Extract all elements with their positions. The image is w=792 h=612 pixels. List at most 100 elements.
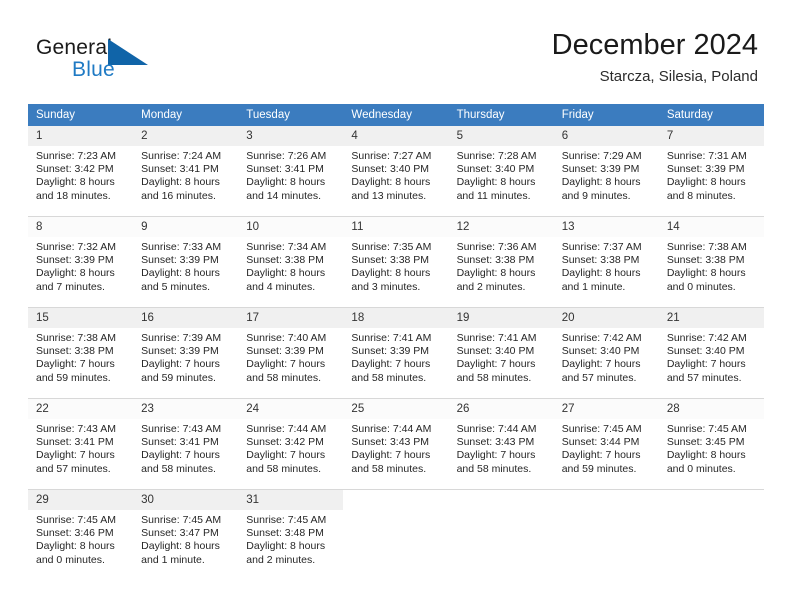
day-cell-inner[interactable]: 26 Sunrise: 7:44 AM Sunset: 3:43 PM Dayligh…: [448, 399, 554, 489]
day-cell-inner[interactable]: 17 Sunrise: 7:40 AM Sunset: 3:39 PM Dayligh…: [238, 308, 344, 398]
sunrise-text: Sunrise: 7:29 AM: [561, 150, 642, 162]
day-number: 19: [448, 308, 554, 328]
day-info: Sunrise: 7:38 AM Sunset: 3:38 PM Daylight:…: [659, 237, 764, 294]
daylight-text-line2: and 58 minutes.: [246, 462, 321, 475]
day-number: 24: [238, 399, 344, 419]
day-cell: 12 Sunrise: 7:36 AM Sunset: 3:38 PM Dayligh…: [448, 216, 554, 308]
sunset-text: Sunset: 3:43 PM: [351, 436, 430, 449]
sunrise-text: Sunrise: 7:41 AM: [456, 332, 537, 344]
day-cell-inner[interactable]: 7 Sunrise: 7:31 AM Sunset: 3:39 PM Daylight…: [658, 126, 764, 216]
daylight-text-line2: and 57 minutes.: [666, 371, 742, 384]
daylight-text-line2: and 7 minutes.: [36, 280, 105, 293]
day-cell-inner[interactable]: 4 Sunrise: 7:27 AM Sunset: 3:40 PM Daylight…: [343, 126, 449, 216]
day-cell-inner[interactable]: 21 Sunrise: 7:42 AM Sunset: 3:40 PM Dayligh…: [658, 308, 764, 398]
daylight-text-line1: Daylight: 7 hours: [561, 449, 641, 462]
sunset-text: Sunset: 3:42 PM: [246, 436, 324, 449]
daylight-text-line2: and 58 minutes.: [246, 371, 321, 384]
day-cell: 22 Sunrise: 7:43 AM Sunset: 3:41 PM Dayligh…: [28, 398, 134, 490]
sunset-text: Sunset: 3:41 PM: [246, 163, 324, 176]
day-info: Sunrise: 7:26 AM Sunset: 3:41 PM Daylight:…: [238, 146, 343, 203]
day-number: 28: [658, 399, 764, 419]
sunrise-text: Sunrise: 7:44 AM: [246, 423, 327, 435]
day-info: Sunrise: 7:32 AM Sunset: 3:39 PM Daylight:…: [28, 237, 133, 294]
sunrise-text: Sunrise: 7:28 AM: [456, 150, 537, 162]
brand-logo[interactable]: General Blue: [36, 36, 216, 94]
day-number: 9: [133, 217, 239, 237]
daylight-text-line2: and 59 minutes.: [36, 371, 111, 384]
day-cell-inner[interactable]: 9 Sunrise: 7:33 AM Sunset: 3:39 PM Daylight…: [133, 217, 239, 307]
day-cell-inner[interactable]: 30 Sunrise: 7:45 AM Sunset: 3:47 PM Dayligh…: [133, 490, 239, 580]
day-cell-inner[interactable]: 3 Sunrise: 7:26 AM Sunset: 3:41 PM Daylight…: [238, 126, 344, 216]
day-cell-inner[interactable]: 22 Sunrise: 7:43 AM Sunset: 3:41 PM Dayligh…: [28, 399, 134, 489]
day-cell-inner[interactable]: 19 Sunrise: 7:41 AM Sunset: 3:40 PM Dayligh…: [448, 308, 554, 398]
day-cell-inner[interactable]: 27 Sunrise: 7:45 AM Sunset: 3:44 PM Dayligh…: [553, 399, 659, 489]
day-cell-inner[interactable]: 10 Sunrise: 7:34 AM Sunset: 3:38 PM Dayligh…: [238, 217, 344, 307]
day-cell-inner[interactable]: 25 Sunrise: 7:44 AM Sunset: 3:43 PM Dayligh…: [343, 399, 449, 489]
day-cell-inner-empty: [554, 490, 659, 580]
day-info: Sunrise: 7:38 AM Sunset: 3:38 PM Daylight:…: [28, 328, 133, 385]
day-cell-inner[interactable]: 18 Sunrise: 7:41 AM Sunset: 3:39 PM Dayligh…: [343, 308, 449, 398]
day-cell-inner[interactable]: 24 Sunrise: 7:44 AM Sunset: 3:42 PM Dayligh…: [238, 399, 344, 489]
day-number: 3: [238, 126, 344, 146]
day-number: 31: [238, 490, 344, 510]
day-number: 10: [238, 217, 344, 237]
day-info: Sunrise: 7:36 AM Sunset: 3:38 PM Daylight:…: [449, 237, 554, 294]
day-cell: 3 Sunrise: 7:26 AM Sunset: 3:41 PM Daylight…: [238, 126, 344, 217]
day-number: 4: [343, 126, 449, 146]
daylight-text-line2: and 58 minutes.: [351, 371, 427, 384]
sunset-text: Sunset: 3:41 PM: [141, 436, 219, 449]
day-cell-inner[interactable]: 5 Sunrise: 7:28 AM Sunset: 3:40 PM Daylight…: [448, 126, 554, 216]
day-cell-inner[interactable]: 11 Sunrise: 7:35 AM Sunset: 3:38 PM Dayligh…: [343, 217, 449, 307]
day-cell-inner[interactable]: 13 Sunrise: 7:37 AM Sunset: 3:38 PM Dayligh…: [553, 217, 659, 307]
day-cell-inner[interactable]: 6 Sunrise: 7:29 AM Sunset: 3:39 PM Daylight…: [553, 126, 659, 216]
day-cell-inner[interactable]: 1 Sunrise: 7:23 AM Sunset: 3:42 PM Daylight…: [28, 126, 134, 216]
daylight-text-line2: and 2 minutes.: [456, 280, 526, 293]
sunrise-text: Sunrise: 7:36 AM: [456, 241, 537, 253]
day-number: 8: [28, 217, 134, 237]
day-info: Sunrise: 7:28 AM Sunset: 3:40 PM Daylight:…: [449, 146, 554, 203]
day-cell-inner[interactable]: 29 Sunrise: 7:45 AM Sunset: 3:46 PM Dayligh…: [28, 490, 134, 580]
day-cell: 1 Sunrise: 7:23 AM Sunset: 3:42 PM Daylight…: [28, 126, 134, 217]
daylight-text-line2: and 3 minutes.: [351, 280, 421, 293]
day-number: 17: [238, 308, 344, 328]
sunset-text: Sunset: 3:41 PM: [36, 436, 114, 449]
day-cell-inner[interactable]: 23 Sunrise: 7:43 AM Sunset: 3:41 PM Dayligh…: [133, 399, 239, 489]
day-info: Sunrise: 7:42 AM Sunset: 3:40 PM Daylight:…: [554, 328, 659, 385]
sunset-text: Sunset: 3:41 PM: [141, 163, 219, 176]
day-cell: 15 Sunrise: 7:38 AM Sunset: 3:38 PM Dayligh…: [28, 307, 134, 399]
daylight-text-line2: and 57 minutes.: [561, 371, 637, 384]
day-info: Sunrise: 7:44 AM Sunset: 3:43 PM Daylight:…: [343, 419, 448, 476]
calendar-page: General Blue December 2024 Starcza, Sile…: [0, 0, 792, 612]
daylight-text-line2: and 0 minutes.: [36, 553, 105, 566]
sunset-text: Sunset: 3:47 PM: [141, 527, 219, 540]
weekday-header-monday: Monday: [133, 104, 239, 126]
day-cell-inner[interactable]: 31 Sunrise: 7:45 AM Sunset: 3:48 PM Dayligh…: [238, 490, 344, 580]
daylight-text-line2: and 18 minutes.: [36, 189, 111, 202]
sunset-text: Sunset: 3:39 PM: [246, 345, 324, 358]
sunset-text: Sunset: 3:40 PM: [666, 345, 745, 358]
day-cell-inner[interactable]: 12 Sunrise: 7:36 AM Sunset: 3:38 PM Dayligh…: [448, 217, 554, 307]
day-info: Sunrise: 7:27 AM Sunset: 3:40 PM Daylight:…: [343, 146, 448, 203]
sunrise-text: Sunrise: 7:41 AM: [351, 332, 432, 344]
day-number: 6: [553, 126, 659, 146]
brand-name-blue: Blue: [72, 58, 115, 81]
day-cell-inner[interactable]: 15 Sunrise: 7:38 AM Sunset: 3:38 PM Dayligh…: [28, 308, 134, 398]
title-block: December 2024 Starcza, Silesia, Poland: [552, 28, 758, 88]
calendar-week-row: 8 Sunrise: 7:32 AM Sunset: 3:39 PM Daylight…: [28, 216, 764, 308]
day-cell-inner[interactable]: 16 Sunrise: 7:39 AM Sunset: 3:39 PM Dayligh…: [133, 308, 239, 398]
day-cell: 28 Sunrise: 7:45 AM Sunset: 3:45 PM Dayligh…: [658, 398, 764, 490]
day-cell-inner[interactable]: 28 Sunrise: 7:45 AM Sunset: 3:45 PM Dayligh…: [658, 399, 764, 489]
sunset-text: Sunset: 3:48 PM: [246, 527, 324, 540]
day-cell-inner[interactable]: 20 Sunrise: 7:42 AM Sunset: 3:40 PM Dayligh…: [553, 308, 659, 398]
day-cell-inner[interactable]: 14 Sunrise: 7:38 AM Sunset: 3:38 PM Dayligh…: [658, 217, 764, 307]
daylight-text-line2: and 59 minutes.: [561, 462, 637, 475]
sunset-text: Sunset: 3:46 PM: [36, 527, 114, 540]
sunrise-text: Sunrise: 7:24 AM: [141, 150, 222, 162]
day-cell-inner[interactable]: 8 Sunrise: 7:32 AM Sunset: 3:39 PM Daylight…: [28, 217, 134, 307]
calendar-grid: Sunday Monday Tuesday Wednesday Thursday…: [28, 104, 764, 580]
day-cell: 10 Sunrise: 7:34 AM Sunset: 3:38 PM Dayligh…: [238, 216, 344, 308]
daylight-text-line1: Daylight: 8 hours: [351, 176, 431, 189]
day-cell-inner[interactable]: 2 Sunrise: 7:24 AM Sunset: 3:41 PM Daylight…: [133, 126, 239, 216]
day-number: 16: [133, 308, 239, 328]
sunrise-text: Sunrise: 7:45 AM: [561, 423, 642, 435]
